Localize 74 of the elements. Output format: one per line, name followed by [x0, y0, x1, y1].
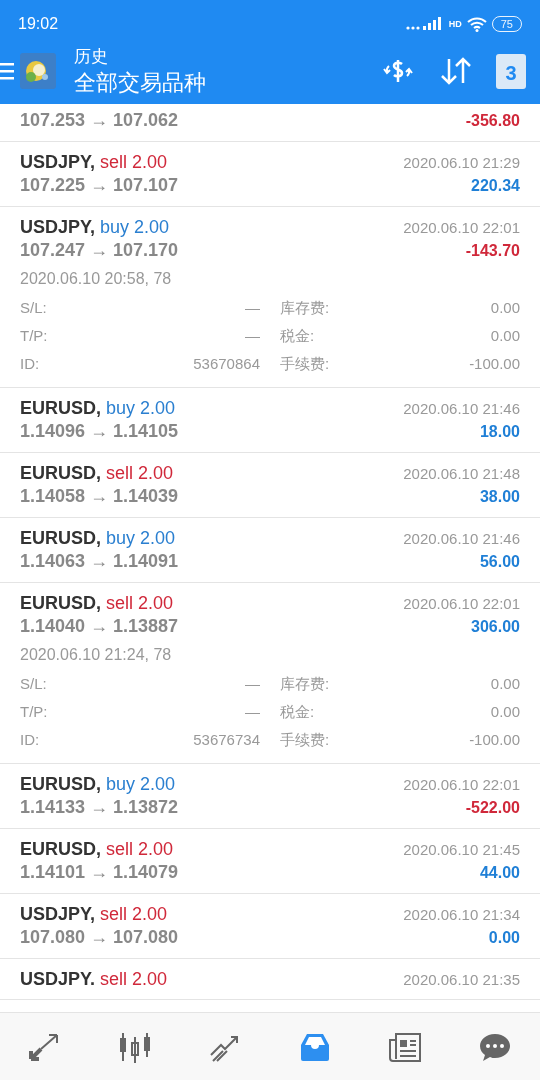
detail-value: 0.00: [490, 702, 520, 722]
profit-value: 56.00: [479, 553, 520, 571]
detail-label: 税金:: [280, 326, 316, 346]
trade-title[interactable]: USDJPY, sell 2.00: [20, 904, 168, 925]
detail-label: T/P:: [20, 702, 49, 722]
trade-title[interactable]: EURUSD, sell 2.00: [20, 839, 174, 860]
price-range: 107.247 → 107.170: [20, 239, 179, 262]
detail-label: T/P:: [20, 326, 49, 346]
close-time: 2020.06.10 22:01: [403, 595, 520, 612]
trade-title[interactable]: USDJPY, buy 2.00: [20, 217, 170, 238]
trade-title[interactable]: EURUSD, buy 2.00: [20, 528, 176, 549]
price-range: 107.253 → 107.062: [20, 109, 179, 132]
close-time: 2020.06.10 22:01: [403, 219, 520, 236]
detail-label: S/L:: [20, 298, 48, 318]
price-range: 1.14063 → 1.14091: [20, 550, 179, 573]
app-logo-icon: [20, 53, 56, 89]
profit-value: 220.34: [471, 177, 520, 195]
detail-value: -100.00: [469, 730, 520, 750]
detail-value: —: [244, 674, 260, 694]
close-time: 2020.06.10 21:34: [403, 906, 520, 923]
profit-value: 0.00: [488, 929, 520, 947]
trade-title[interactable]: USDJPY. sell 2.00: [20, 969, 168, 990]
detail-label: ID:: [20, 730, 41, 750]
price-range: 107.225 → 107.107: [20, 174, 179, 197]
profit-value: 44.00: [479, 864, 520, 882]
wifi-icon: [466, 16, 487, 32]
close-time: 2020.06.10 21:45: [403, 841, 520, 858]
detail-label: 库存费:: [280, 298, 331, 318]
screen-title: 历史: [74, 45, 109, 68]
open-time: 2020.06.10 21:24, 78: [20, 646, 173, 664]
price-range: 107.080 → 107.080: [20, 926, 179, 949]
detail-value: —: [244, 702, 260, 722]
trade-title[interactable]: EURUSD, buy 2.00: [20, 398, 176, 419]
trade-title[interactable]: EURUSD, sell 2.00: [20, 593, 174, 614]
open-time: 2020.06.10 20:58, 78: [20, 270, 173, 288]
trade-title[interactable]: EURUSD, sell 2.00: [20, 463, 174, 484]
close-time: 2020.06.10 22:01: [403, 776, 520, 793]
profit-value: -356.80: [465, 112, 520, 130]
detail-value: —: [244, 298, 260, 318]
profit-value: -143.70: [465, 242, 520, 260]
close-time: 2020.06.10 21:46: [403, 530, 520, 547]
detail-value: 0.00: [490, 298, 520, 318]
profit-value: -522.00: [465, 799, 520, 817]
detail-value: 0.00: [490, 674, 520, 694]
profit-value: 18.00: [479, 423, 520, 441]
detail-value: -100.00: [469, 354, 520, 374]
network-type-label: HD: [448, 19, 462, 29]
close-time: 2020.06.10 21:48: [403, 465, 520, 482]
profit-value: 38.00: [479, 488, 520, 506]
detail-value: —: [244, 326, 260, 346]
detail-value: 53670864: [192, 354, 260, 374]
detail-label: 库存费:: [280, 674, 331, 694]
price-range: 1.14133 → 1.13872: [20, 796, 179, 819]
detail-label: S/L:: [20, 674, 48, 694]
trade-title[interactable]: USDJPY, sell 2.00: [20, 152, 168, 173]
menu-icon[interactable]: [0, 61, 14, 81]
close-time: 2020.06.10 21:35: [403, 971, 520, 988]
detail-value: 0.00: [490, 326, 520, 346]
price-range: 1.14040 → 1.13887: [20, 615, 179, 638]
detail-label: 手续费:: [280, 730, 331, 750]
detail-value: 53676734: [192, 730, 260, 750]
profit-value: 306.00: [471, 618, 520, 636]
close-time: 2020.06.10 21:46: [403, 400, 520, 417]
price-range: 1.14096 → 1.14105: [20, 420, 179, 443]
trade-title[interactable]: EURUSD, buy 2.00: [20, 774, 176, 795]
detail-label: 税金:: [280, 702, 316, 722]
status-time: 19:02: [18, 15, 59, 33]
detail-label: ID:: [20, 354, 41, 374]
price-range: 1.14058 → 1.14039: [20, 485, 179, 508]
detail-label: 手续费:: [280, 354, 331, 374]
symbol-filter-subtitle[interactable]: 全部交易品种: [74, 67, 380, 98]
close-time: 2020.06.10 21:29: [403, 154, 520, 171]
price-range: 1.14101 → 1.14079: [20, 861, 179, 884]
signal-icon: [405, 17, 444, 31]
